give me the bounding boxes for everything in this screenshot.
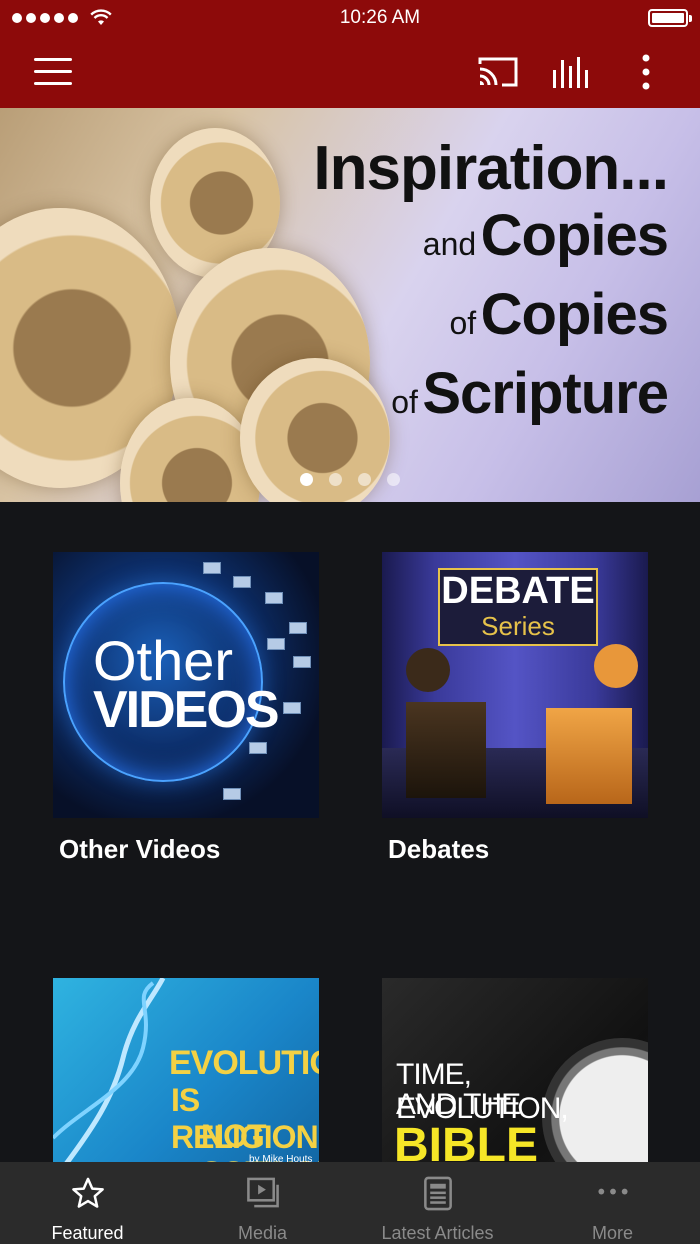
other-videos-thumbnail[interactable]: Other VIDEOS — [53, 552, 319, 818]
wifi-icon — [90, 9, 112, 25]
tile-label: Debates — [388, 834, 490, 864]
evolution-thumbnail[interactable]: EVOLUTION IS RELIGION, NOT SCIENCE by Mi… — [53, 978, 319, 1162]
page-dot[interactable] — [329, 473, 342, 486]
tab-latest-articles[interactable]: Latest Articles — [350, 1162, 525, 1244]
tile-time-evolution-bible[interactable]: TIME, EVOLUTION, AND THE BIBLE — [382, 978, 648, 1162]
tab-media[interactable]: Media — [175, 1162, 350, 1244]
star-icon — [71, 1177, 104, 1208]
status-time: 10:26 AM — [339, 7, 421, 28]
tab-more[interactable]: More — [525, 1162, 700, 1244]
vertical-dots-icon[interactable] — [636, 52, 656, 92]
tile-other-videos[interactable]: Other VIDEOS Other Videos — [53, 552, 319, 865]
more-dots-icon — [597, 1188, 628, 1195]
carousel-page-indicator[interactable] — [0, 473, 700, 486]
hamburger-menu-icon[interactable] — [34, 58, 72, 86]
page-dot[interactable] — [387, 473, 400, 486]
hero-title: Inspiration... and Copies of Copies of S… — [313, 134, 669, 426]
time-evolution-thumbnail[interactable]: TIME, EVOLUTION, AND THE BIBLE — [382, 978, 648, 1162]
tab-featured[interactable]: Featured — [0, 1162, 175, 1244]
category-grid: Other VIDEOS Other Videos DEBATE Series … — [0, 502, 700, 1162]
signal-strength-icon — [12, 9, 112, 27]
page-dot[interactable] — [358, 473, 371, 486]
tile-label: Other Videos — [59, 834, 221, 864]
media-play-icon — [246, 1177, 279, 1208]
tile-debates[interactable]: DEBATE Series Debates — [382, 552, 648, 865]
featured-carousel[interactable]: Inspiration... and Copies of Copies of S… — [0, 108, 700, 502]
status-bar: 10:26 AM — [0, 0, 700, 36]
bottom-tab-bar: Featured Media Latest Articles More — [0, 1162, 700, 1244]
tile-evolution-religion[interactable]: EVOLUTION IS RELIGION, NOT SCIENCE by Mi… — [53, 978, 319, 1162]
article-icon — [423, 1176, 452, 1211]
battery-icon — [648, 9, 692, 27]
app-bar — [0, 36, 700, 108]
page-dot[interactable] — [300, 473, 313, 486]
cast-icon[interactable] — [476, 54, 520, 90]
audio-bars-icon[interactable] — [550, 56, 594, 90]
debates-thumbnail[interactable]: DEBATE Series — [382, 552, 648, 818]
